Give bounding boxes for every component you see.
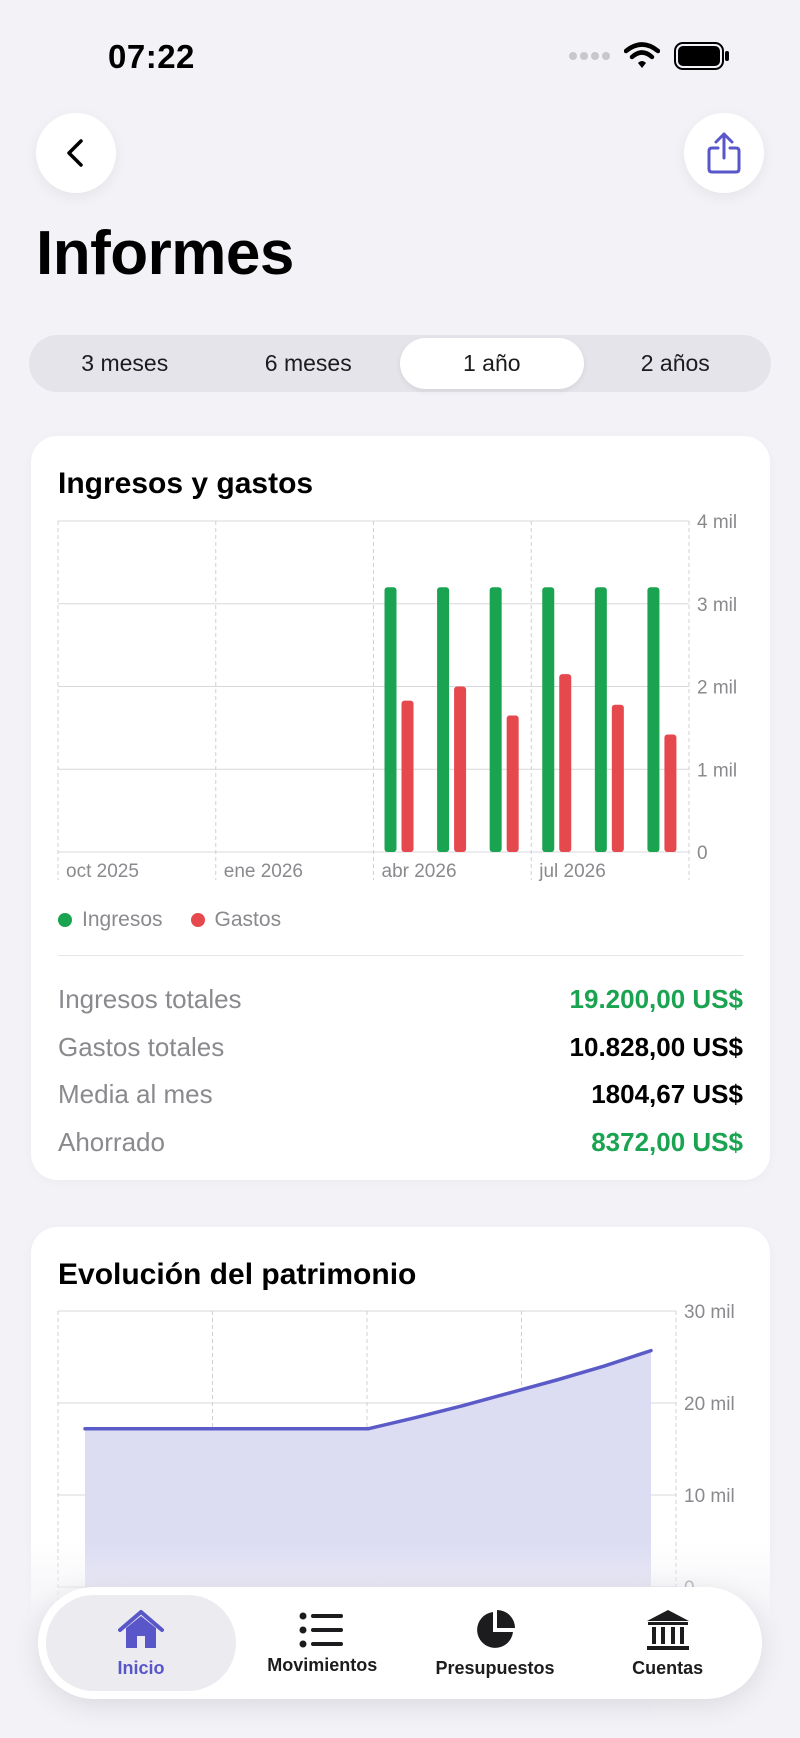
tab-label: Presupuestos	[435, 1657, 555, 1678]
expense-bar	[506, 715, 519, 852]
share-button[interactable]	[684, 113, 764, 193]
tab-presupuestos[interactable]: Presupuestos	[409, 1595, 582, 1691]
expense-bar	[664, 734, 677, 852]
summary-label: Media al mes	[58, 1079, 213, 1110]
y-tick-label: 3 mil	[697, 595, 737, 616]
income-expenses-chart: 0 1 mil 2 mil 3 mil 4 mil oct 2025 ene 2026 abr…	[57, 512, 737, 882]
legend-label: Gastos	[214, 908, 282, 931]
list-icon	[299, 1612, 344, 1647]
summary-row: Ingresos totales 19.200,00 US$	[58, 976, 743, 1024]
status-bar: 07:22	[0, 0, 800, 110]
tab-label: Cuentas	[632, 1657, 704, 1678]
y-tick-label: 1 mil	[697, 760, 737, 781]
summary-list: Ingresos totales 19.200,00 US$ Gastos to…	[58, 976, 743, 1166]
income-bar	[647, 587, 660, 852]
wifi-icon	[624, 42, 660, 68]
summary-label: Ahorrado	[58, 1126, 165, 1157]
back-button[interactable]	[36, 113, 116, 193]
tab-label: Movimientos	[267, 1654, 378, 1675]
legend-item-expenses: Gastos	[190, 908, 282, 932]
summary-value: 19.200,00 US$	[569, 984, 743, 1015]
expense-bar	[401, 700, 414, 852]
summary-label: Ingresos totales	[58, 984, 242, 1015]
x-tick-label: ene 2026	[224, 861, 303, 882]
page-title: Informes	[36, 219, 294, 288]
segment-1-year[interactable]: 1 año	[400, 338, 584, 389]
tab-label: Inicio	[117, 1657, 165, 1678]
x-tick-label: jul 2026	[538, 861, 606, 882]
expense-bar	[454, 686, 467, 852]
segment-2-years[interactable]: 2 años	[584, 338, 768, 389]
chevron-left-icon	[67, 139, 83, 167]
segment-3-months[interactable]: 3 meses	[33, 338, 217, 389]
tab-inicio[interactable]: Inicio	[46, 1595, 236, 1691]
summary-label: Gastos totales	[58, 1031, 225, 1062]
income-bar	[594, 587, 607, 852]
summary-value: 10.828,00 US$	[569, 1031, 743, 1062]
income-bar	[542, 587, 555, 852]
tab-movimientos[interactable]: Movimientos	[236, 1595, 409, 1691]
y-tick-label: 30 mil	[684, 1302, 735, 1323]
legend-label: Ingresos	[82, 908, 163, 931]
y-tick-label: 2 mil	[697, 678, 737, 699]
summary-row: Media al mes 1804,67 US$	[58, 1071, 743, 1119]
y-tick-label: 20 mil	[684, 1394, 735, 1415]
x-tick-label: oct 2025	[66, 861, 139, 882]
tab-cuentas[interactable]: Cuentas	[581, 1595, 754, 1691]
legend-dot-expenses	[190, 913, 205, 927]
chart-legend: Ingresos Gastos	[58, 908, 281, 932]
battery-icon	[674, 42, 729, 70]
income-bar	[437, 587, 450, 852]
y-tick-label: 10 mil	[684, 1486, 735, 1507]
income-bar	[384, 587, 397, 852]
summary-value: 1804,67 US$	[591, 1079, 743, 1110]
status-time: 07:22	[108, 38, 195, 75]
summary-row: Gastos totales 10.828,00 US$	[58, 1024, 743, 1072]
income-bar	[489, 587, 502, 852]
tab-bar: Inicio Movimientos Presupuestos Cuentas	[38, 1587, 762, 1699]
legend-item-income: Ingresos	[58, 908, 163, 932]
period-segmented-control: 3 meses 6 meses 1 año 2 años	[29, 335, 771, 392]
x-tick-label: abr 2026	[382, 861, 457, 882]
legend-dot-income	[58, 913, 72, 927]
house-icon	[117, 1609, 164, 1648]
y-tick-label: 0	[697, 843, 708, 864]
share-icon	[707, 132, 741, 174]
segment-6-months[interactable]: 6 meses	[217, 338, 401, 389]
y-tick-label: 4 mil	[697, 512, 737, 533]
pie-chart-icon	[477, 1609, 515, 1648]
expense-bar	[611, 704, 624, 852]
bank-icon	[646, 1609, 689, 1650]
signal-icon	[569, 52, 610, 60]
expense-bar	[559, 674, 572, 852]
divider	[58, 955, 743, 956]
status-icons	[568, 42, 730, 70]
summary-row: Ahorrado 8372,00 US$	[58, 1119, 743, 1167]
summary-value: 8372,00 US$	[591, 1126, 743, 1157]
income-expenses-card: Ingresos y gastos 01 mil 2 mil 3 mil 4 mil o…	[31, 436, 770, 1180]
